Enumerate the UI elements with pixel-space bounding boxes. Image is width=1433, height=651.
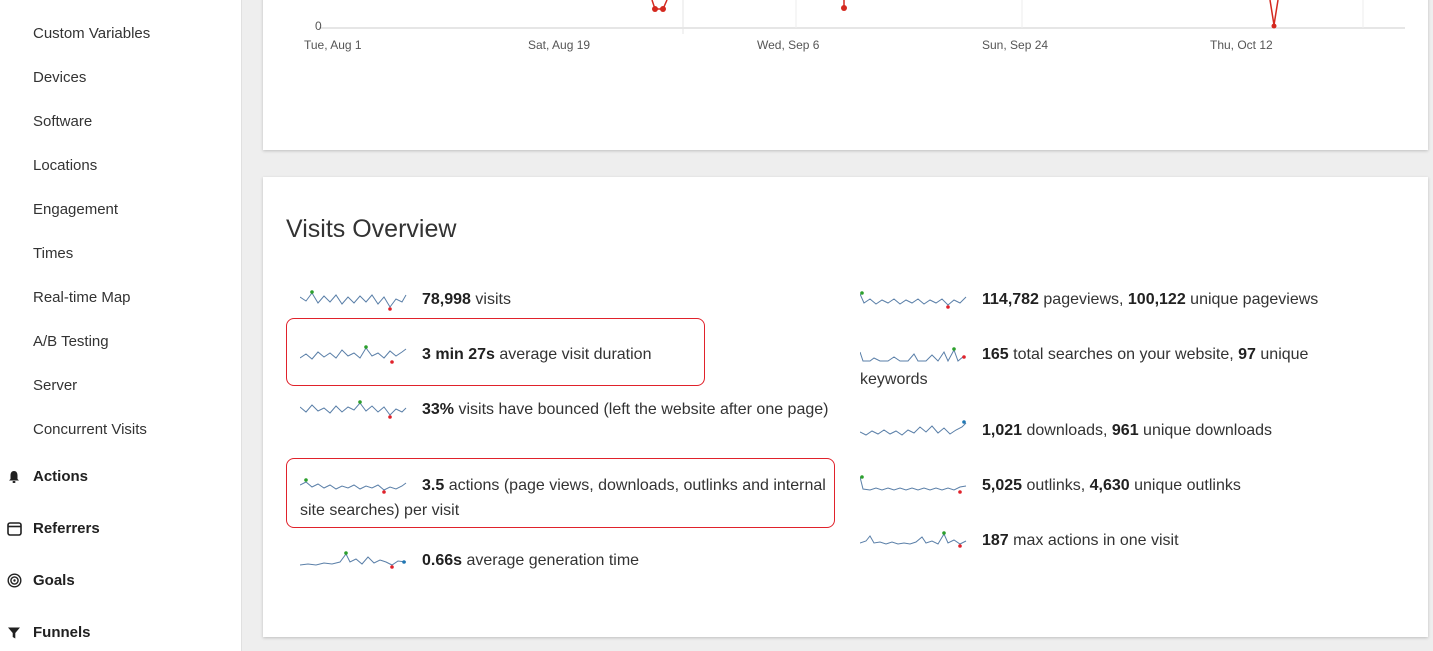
stat-value-secondary: 97 <box>1238 346 1256 364</box>
x-tick-label: Sun, Sep 24 <box>982 38 1049 52</box>
data-point <box>1271 23 1277 29</box>
sidebar-item-software[interactable]: Software <box>33 113 92 130</box>
y-axis-zero-label: 0 <box>315 19 322 33</box>
sidebar-item-server[interactable]: Server <box>33 377 77 394</box>
target-icon <box>4 573 24 589</box>
sidebar-category-label: Funnels <box>33 624 91 641</box>
stat-value: 78,998 <box>422 291 471 309</box>
sidebar-item-custom-variables[interactable]: Custom Variables <box>33 25 150 42</box>
sparkline <box>860 418 968 444</box>
stat-text: downloads, <box>1022 422 1112 440</box>
sparkline <box>300 473 408 499</box>
stat-pageviews[interactable]: 114,782 pageviews, 100,122 unique pagevi… <box>860 287 1420 313</box>
evolution-graph-card: 0 Tue, Aug 1 Sat, Aug 19 Wed, Sep 6 Sun,… <box>263 0 1428 150</box>
stat-bounce-rate[interactable]: 33% visits have bounced (left the websit… <box>300 397 830 423</box>
stat-text: total searches on your website, <box>1008 346 1239 364</box>
stat-text: max actions in one visit <box>1008 532 1179 550</box>
sidebar-item-ab-testing[interactable]: A/B Testing <box>33 333 109 350</box>
sparkline <box>300 397 408 423</box>
stat-outlinks[interactable]: 5,025 outlinks, 4,630 unique outlinks <box>860 473 1420 499</box>
stat-average-visit-duration[interactable]: 3 min 27s average visit duration <box>300 342 700 368</box>
visits-overview-card: Visits Overview 78,998 visits 3 min 27s … <box>263 177 1428 637</box>
stat-text: visits have bounced (left the website af… <box>454 401 829 419</box>
stat-text-secondary: unique downloads <box>1138 422 1273 440</box>
sparkline <box>860 473 968 499</box>
sparkline <box>300 287 408 313</box>
funnel-icon <box>4 625 24 641</box>
series-line <box>1269 0 1279 26</box>
sidebar-category-referrers[interactable]: Referrers <box>4 520 100 537</box>
stat-value: 5,025 <box>982 477 1023 495</box>
sidebar-item-real-time-map[interactable]: Real-time Map <box>33 289 131 306</box>
sparkline <box>860 287 968 313</box>
sparkline <box>860 528 968 554</box>
sparkline <box>860 342 968 368</box>
stat-text: visits <box>470 291 511 309</box>
bell-icon <box>4 469 24 485</box>
sparkline <box>300 548 408 574</box>
stat-value: 33% <box>422 401 455 419</box>
stat-max-actions[interactable]: 187 max actions in one visit <box>860 528 1380 554</box>
stat-value: 1,021 <box>982 422 1023 440</box>
stat-text-secondary: unique outlinks <box>1129 477 1241 495</box>
stat-value: 3.5 <box>422 477 445 495</box>
data-point <box>652 6 658 12</box>
window-icon <box>4 521 24 537</box>
stat-value: 114,782 <box>982 291 1039 309</box>
stat-visits[interactable]: 78,998 visits <box>300 287 820 313</box>
stat-generation-time[interactable]: 0.66s average generation time <box>300 548 820 574</box>
stat-value-secondary: 100,122 <box>1127 291 1186 309</box>
stat-downloads[interactable]: 1,021 downloads, 961 unique downloads <box>860 418 1420 444</box>
stat-value-secondary: 4,630 <box>1089 477 1130 495</box>
stat-value-secondary: 961 <box>1111 422 1139 440</box>
sidebar-category-label: Actions <box>33 468 89 485</box>
stat-actions-per-visit[interactable]: 3.5 actions (page views, downloads, outl… <box>300 473 835 523</box>
stat-value: 0.66s <box>422 552 463 570</box>
sidebar-item-concurrent-visits[interactable]: Concurrent Visits <box>33 421 147 438</box>
data-point <box>660 6 666 12</box>
data-point <box>841 5 847 11</box>
sparkline <box>300 342 408 368</box>
stat-text: outlinks, <box>1022 477 1090 495</box>
stat-text: average generation time <box>462 552 640 570</box>
sidebar-category-funnels[interactable]: Funnels <box>4 624 91 641</box>
stat-text: average visit duration <box>494 346 652 364</box>
x-tick-label: Tue, Aug 1 <box>304 38 362 52</box>
stat-text: pageviews, <box>1038 291 1128 309</box>
x-tick-label: Thu, Oct 12 <box>1210 38 1273 52</box>
sidebar: Custom Variables Devices Software Locati… <box>0 0 242 651</box>
x-tick-label: Wed, Sep 6 <box>757 38 820 52</box>
sidebar-item-locations[interactable]: Locations <box>33 157 97 174</box>
stat-text-secondary: unique pageviews <box>1185 291 1319 309</box>
sidebar-item-devices[interactable]: Devices <box>33 69 86 86</box>
stat-value: 187 <box>982 532 1009 550</box>
sidebar-category-label: Referrers <box>33 520 100 537</box>
stat-site-searches[interactable]: 165 total searches on your website, 97 u… <box>860 342 1380 392</box>
x-tick-label: Sat, Aug 19 <box>528 38 591 52</box>
stat-value: 165 <box>982 346 1009 364</box>
sidebar-item-engagement[interactable]: Engagement <box>33 201 118 218</box>
visits-overview-title: Visits Overview <box>286 215 457 243</box>
sidebar-item-times[interactable]: Times <box>33 245 73 262</box>
stat-value: 3 min 27s <box>422 346 495 364</box>
sidebar-category-label: Goals <box>33 572 75 589</box>
sidebar-category-goals[interactable]: Goals <box>4 572 75 589</box>
sidebar-category-actions[interactable]: Actions <box>4 468 88 485</box>
